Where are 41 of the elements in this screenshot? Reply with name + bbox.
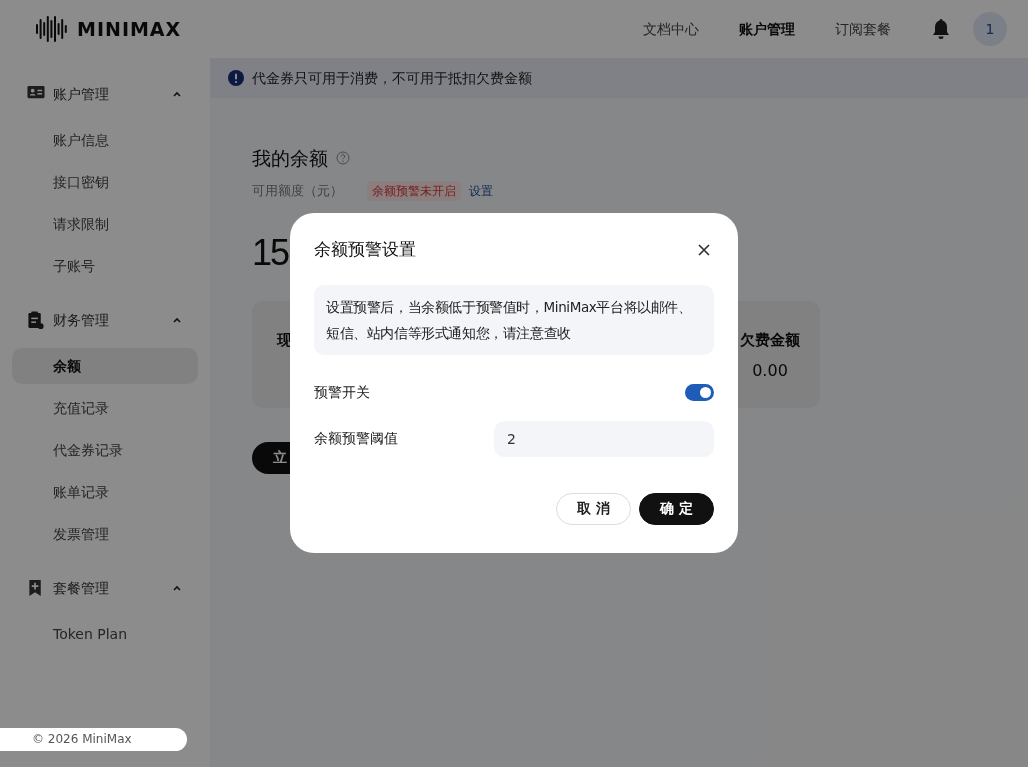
sidebar-item[interactable]: 请求限制 [12, 206, 198, 242]
cancel-button[interactable]: 取 消 [556, 492, 632, 525]
sidebar-item[interactable]: 代金券记录 [12, 432, 198, 468]
dialog-title: 余额预警设置 [314, 238, 416, 261]
sidebar-group-title[interactable]: 财务管理 [53, 309, 109, 331]
summary-value: 0.00 [751, 360, 789, 382]
balance-amount: 15 [252, 234, 289, 271]
info-icon [228, 70, 244, 86]
sidebar-group-title[interactable]: 套餐管理 [53, 577, 109, 599]
clipboard-icon [27, 311, 45, 329]
sidebar-item[interactable]: Token Plan [12, 616, 198, 652]
footer-text: © 2026 MiniMax [0, 728, 187, 751]
summary-label: 欠费金额 [740, 329, 800, 351]
toggle-label: 预警开关 [314, 382, 370, 402]
threshold-label: 余额预警阈值 [314, 429, 398, 448]
toggle-switch[interactable] [685, 383, 714, 401]
help-icon [336, 151, 350, 166]
threshold-field[interactable]: 2 [494, 420, 714, 457]
sidebar-item[interactable]: 发票管理 [12, 516, 198, 552]
close-icon [698, 243, 710, 256]
nav-link[interactable]: 账户管理 [739, 18, 795, 40]
info-message: 设置预警后，当余额低于预警值时，MiniMax平台将以邮件、短信、站内信等形式通知您，请注意查收 [314, 284, 714, 355]
logo-icon [35, 14, 69, 44]
sidebar-item[interactable]: 余额 [12, 348, 198, 384]
sidebar-item[interactable]: 子账号 [12, 248, 198, 284]
nav-link[interactable]: 订阅套餐 [835, 18, 891, 40]
page-title: 我的余额 [252, 146, 328, 171]
bell-icon [931, 18, 951, 40]
avatar[interactable]: 1 [973, 12, 1007, 46]
sidebar-item[interactable]: 充值记录 [12, 390, 198, 426]
balance-label: 可用额度（元） [252, 181, 343, 200]
sidebar-item[interactable]: 接口密钥 [12, 164, 198, 200]
sidebar-group-title[interactable]: 账户管理 [53, 83, 109, 105]
sidebar-item[interactable]: 账单记录 [12, 474, 198, 510]
logo-text: MINIMAX [77, 16, 182, 42]
sidebar-item[interactable]: 账户信息 [12, 122, 198, 158]
alert-status-tag: 余额预警未开启 [367, 180, 461, 201]
nav-link[interactable]: 文档中心 [643, 18, 699, 40]
notice-text: 代金券只可用于消费，不可用于抵扣欠费金额 [252, 68, 532, 88]
confirm-button[interactable]: 确 定 [639, 492, 714, 525]
settings-link[interactable]: 设置 [469, 181, 493, 200]
